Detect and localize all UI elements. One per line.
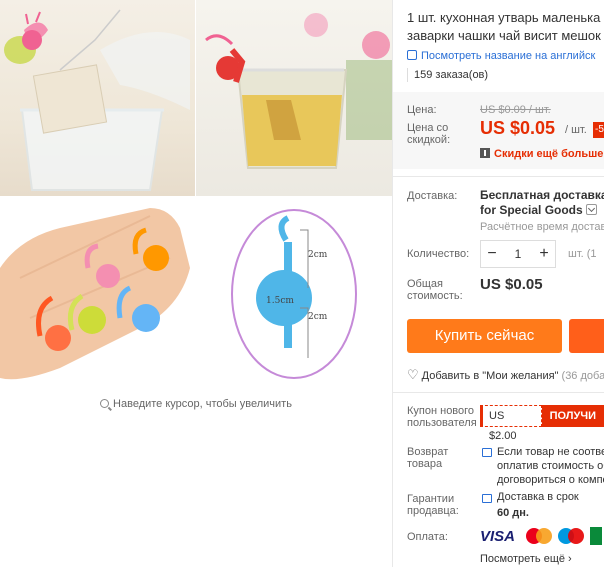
- product-title: 1 шт. кухонная утварь маленька заварки ч…: [407, 9, 604, 45]
- payment-label: Оплата:: [407, 531, 448, 543]
- qr-code-icon: [480, 148, 490, 158]
- product-image-1[interactable]: [0, 0, 195, 196]
- coupon-amount: US $2.00: [480, 405, 542, 442]
- returns-line-3: договориться о компе: [497, 474, 604, 486]
- quantity-increase-button[interactable]: +: [533, 245, 555, 263]
- dimension-diagram-image: [231, 209, 357, 379]
- total-label: Общая стоимость:: [407, 278, 463, 302]
- chevron-down-icon: [585, 204, 597, 215]
- maestro-icon: [558, 527, 584, 545]
- returns-icon: [482, 448, 492, 457]
- shipping-method-dropdown[interactable]: for Special Goods: [480, 203, 597, 217]
- wishlist-count: (36 доба: [561, 370, 604, 382]
- visa-logo: VISA: [480, 527, 516, 545]
- payment-methods: VISA: [480, 527, 602, 545]
- product-title-line-1: 1 шт. кухонная утварь маленька: [407, 10, 601, 25]
- delivery-guarantee-days: 60 дн.: [497, 507, 529, 519]
- get-coupon-button[interactable]: ПОЛУЧИ: [541, 405, 604, 427]
- product-info-panel: 1 шт. кухонная утварь маленька заварки ч…: [393, 0, 604, 567]
- price-label: Цена:: [407, 104, 437, 116]
- more-discounts-link[interactable]: Скидки ещё больше в: [480, 148, 604, 160]
- returns-line-2: оплатив стоимость об: [497, 460, 604, 472]
- more-discounts-text: Скидки ещё больше в: [494, 148, 604, 160]
- qiwi-icon: [590, 527, 602, 545]
- buy-now-button[interactable]: Купить сейчас: [407, 319, 562, 353]
- delivery-guarantee-text: Доставка в срок: [497, 491, 579, 503]
- dimension-label-bottom: 2cm: [308, 312, 328, 322]
- discount-price-label: Цена со скидкой:: [407, 122, 451, 146]
- delivery-guarantee-icon: [482, 494, 492, 503]
- divider: [393, 176, 604, 177]
- orders-count: 159 заказа(ов): [407, 68, 488, 82]
- divider: [393, 392, 604, 393]
- shipping-method: Бесплатная доставка в: [480, 188, 604, 202]
- product-image-3[interactable]: [0, 198, 195, 390]
- add-to-wishlist-link[interactable]: ♡ Добавить в "Мои желания" (36 доба: [407, 367, 604, 383]
- delivery-time: Расчётное время доставк: [480, 221, 604, 233]
- translate-title-text: Посмотреть название на английск: [421, 50, 596, 62]
- heart-icon: ♡: [407, 367, 419, 382]
- old-price: US $0.09 / шт.: [480, 104, 551, 116]
- current-price: US $0.05: [480, 118, 556, 138]
- zoom-hint-text: Наведите курсор, чтобы увеличить: [113, 398, 292, 410]
- discount-badge: -5: [593, 122, 604, 138]
- mastercard-icon: [526, 527, 552, 545]
- new-user-coupon-label: Купон нового пользователя: [407, 405, 477, 429]
- shipping-label: Доставка:: [407, 190, 458, 202]
- seller-guarantee-label: Гарантии продавца:: [407, 493, 459, 517]
- quantity-stepper: − 1 +: [480, 240, 556, 268]
- glass-teabag-image: [4, 9, 190, 191]
- product-image-4[interactable]: 2cm 1.5cm 2cm: [196, 198, 392, 390]
- dimension-label-diameter: 1.5cm: [266, 296, 294, 306]
- product-gallery: 2cm 1.5cm 2cm Наведите курсор, чтобы уве…: [0, 0, 392, 420]
- translate-icon: [407, 50, 417, 60]
- price-unit: / шт.: [565, 124, 587, 136]
- zoom-hint: Наведите курсор, чтобы увеличить: [0, 398, 392, 410]
- translate-title-link[interactable]: Посмотреть название на английск: [407, 50, 595, 62]
- total-price: US $0.05: [480, 276, 543, 293]
- returns-text: Если товар не соответ оплатив стоимость …: [497, 445, 604, 487]
- tea-glass-image: [205, 13, 392, 169]
- new-user-coupon: US $2.00 ПОЛУЧИ: [480, 405, 604, 442]
- quantity-decrease-button[interactable]: −: [481, 245, 503, 263]
- product-title-line-2: заварки чашки чай висит мешок: [407, 28, 601, 43]
- see-more-payment-link[interactable]: Посмотреть ещё ›: [480, 553, 572, 565]
- returns-label: Возврат товара: [407, 446, 449, 470]
- add-to-cart-button[interactable]: [569, 319, 604, 353]
- magnifier-icon: [100, 399, 110, 408]
- wishlist-text: Добавить в "Мои желания": [421, 370, 559, 382]
- quantity-unit: шт. (1: [568, 248, 597, 260]
- returns-line-1: Если товар не соответ: [497, 446, 604, 458]
- shipping-method-line-2: for Special Goods: [480, 203, 583, 217]
- price-box: Цена: US $0.09 / шт. Цена со скидкой: US…: [393, 92, 604, 169]
- product-image-2[interactable]: [196, 0, 392, 196]
- dimension-label-top: 2cm: [308, 250, 328, 260]
- hand-snails-image: [0, 208, 190, 380]
- quantity-input[interactable]: 1: [503, 247, 533, 261]
- quantity-label: Количество:: [407, 248, 470, 260]
